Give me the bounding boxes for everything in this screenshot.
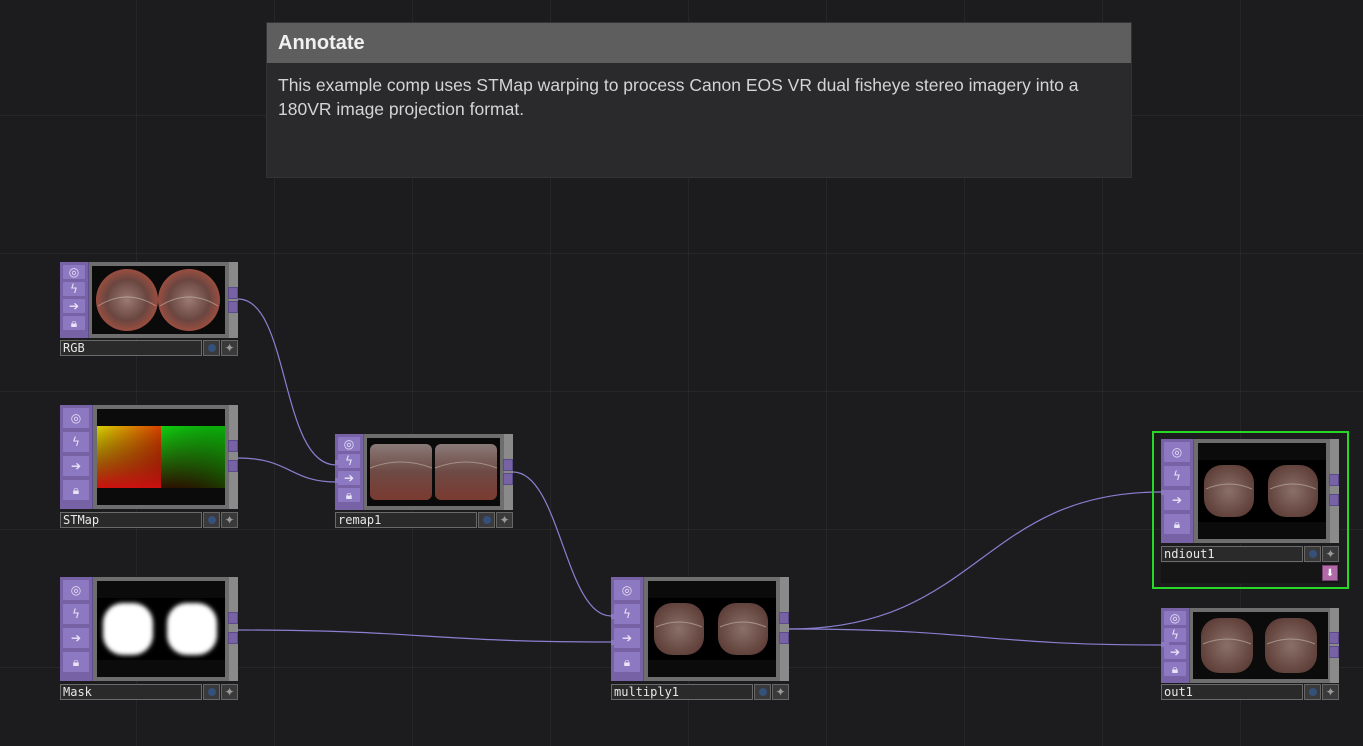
node-name-label[interactable]: STMap [60, 512, 202, 528]
input-port[interactable] [1161, 490, 1169, 495]
output-port[interactable] [1329, 646, 1339, 658]
blue-dot-icon[interactable] [1304, 684, 1321, 700]
blue-dot-icon[interactable] [203, 340, 220, 356]
input-port[interactable] [611, 614, 619, 619]
wire-stmap-remap1 [237, 457, 337, 483]
output-port[interactable] [228, 440, 238, 452]
wire-multiply1-ndiout1 [788, 491, 1162, 630]
node-name-label[interactable]: Mask [60, 684, 202, 700]
lock-icon[interactable]: 🔒︎ [63, 652, 89, 672]
fisheye-thumbnail [92, 266, 225, 334]
output-port[interactable] [1329, 494, 1339, 506]
lock-icon[interactable]: 🔒︎ [63, 480, 89, 500]
masked-image-thumbnail [1198, 443, 1326, 539]
target-icon[interactable]: ◎ [338, 437, 360, 451]
wire-rgb-remap1 [237, 298, 337, 466]
target-icon[interactable]: ◎ [1164, 611, 1186, 625]
output-port[interactable] [779, 632, 789, 644]
output-port[interactable] [1329, 474, 1339, 486]
arrow-right-icon[interactable]: ➔ [63, 456, 89, 476]
blue-dot-icon[interactable] [478, 512, 495, 528]
bolt-icon[interactable]: ϟ [63, 604, 89, 624]
blue-dot-icon[interactable] [754, 684, 771, 700]
wire-multiply1-out1 [788, 628, 1162, 646]
target-icon[interactable]: ◎ [63, 408, 89, 428]
arrow-right-icon[interactable]: ➔ [614, 628, 640, 648]
output-port[interactable] [1329, 632, 1339, 644]
node-mask[interactable]: ◎ ϟ ➔ 🔒︎ Mask ✦ [60, 577, 238, 700]
target-icon[interactable]: ◎ [63, 265, 85, 279]
annotate-title: Annotate [267, 23, 1131, 63]
plus-icon[interactable]: ✦ [221, 684, 238, 700]
output-port[interactable] [779, 612, 789, 624]
node-thumbnail [648, 581, 776, 677]
node-name-label[interactable]: remap1 [335, 512, 477, 528]
output-port[interactable] [503, 459, 513, 471]
masked-image-thumbnail [1193, 612, 1328, 679]
output-port[interactable] [228, 287, 238, 299]
output-port[interactable] [228, 301, 238, 313]
target-icon[interactable]: ◎ [614, 580, 640, 600]
plus-icon[interactable]: ✦ [496, 512, 513, 528]
plus-icon[interactable]: ✦ [1322, 546, 1339, 562]
node-thumbnail [92, 266, 225, 334]
wire-mask-multiply1 [237, 629, 612, 643]
plus-icon[interactable]: ✦ [221, 340, 238, 356]
node-thumbnail [97, 409, 225, 505]
node-remap1[interactable]: ◎ ϟ ➔ 🔒︎ remap1 ✦ [335, 434, 513, 528]
input-port[interactable] [335, 478, 343, 483]
node-rgb[interactable]: ◎ ϟ ➔ 🔒︎ RGB ✦ [60, 262, 238, 356]
node-name-label[interactable]: ndiout1 [1161, 546, 1303, 562]
lock-icon[interactable]: 🔒︎ [1164, 662, 1186, 676]
plus-icon[interactable]: ✦ [1322, 684, 1339, 700]
input-port[interactable] [611, 640, 619, 645]
annotate-body: This example comp uses STMap warping to … [278, 75, 1079, 119]
target-icon[interactable]: ◎ [63, 580, 89, 600]
output-port[interactable] [228, 612, 238, 624]
node-thumbnail [367, 438, 500, 506]
input-port[interactable] [335, 460, 343, 465]
node-thumbnail [97, 581, 225, 677]
arrow-right-icon[interactable]: ➔ [63, 628, 89, 648]
output-port[interactable] [503, 473, 513, 485]
target-icon[interactable]: ◎ [1164, 442, 1190, 462]
bolt-icon[interactable]: ϟ [1164, 466, 1190, 486]
node-name-label[interactable]: multiply1 [611, 684, 753, 700]
plus-icon[interactable]: ✦ [221, 512, 238, 528]
input-port[interactable] [1161, 642, 1169, 647]
output-port[interactable] [228, 632, 238, 644]
down-arrow-icon[interactable]: ⬇ [1322, 565, 1338, 581]
lock-icon[interactable]: 🔒︎ [63, 316, 85, 330]
bolt-icon[interactable]: ϟ [1164, 628, 1186, 642]
node-thumbnail [1193, 612, 1328, 679]
annotate-comment[interactable]: Annotate This example comp uses STMap wa… [266, 22, 1132, 178]
lock-icon[interactable]: 🔒︎ [1164, 514, 1190, 534]
node-ndiout1[interactable]: ◎ ϟ ➔ 🔒︎ ndiout1 ✦ ⬇ [1161, 439, 1339, 583]
plus-icon[interactable]: ✦ [772, 684, 789, 700]
bolt-icon[interactable]: ϟ [63, 282, 85, 296]
node-thumbnail [1198, 443, 1326, 539]
lock-icon[interactable]: 🔒︎ [338, 488, 360, 502]
bolt-icon[interactable]: ϟ [63, 432, 89, 452]
blue-dot-icon[interactable] [203, 684, 220, 700]
masked-image-thumbnail [648, 581, 776, 677]
arrow-right-icon[interactable]: ➔ [1164, 645, 1186, 659]
wire-remap1-multiply1 [512, 471, 612, 617]
blue-dot-icon[interactable] [203, 512, 220, 528]
mask-thumbnail [97, 581, 225, 677]
node-name-label[interactable]: out1 [1161, 684, 1303, 700]
node-out1[interactable]: ◎ ϟ ➔ 🔒︎ out1 ✦ [1161, 608, 1339, 700]
lock-icon[interactable]: 🔒︎ [614, 652, 640, 672]
node-multiply1[interactable]: ◎ ϟ ➔ 🔒︎ multiply1 ✦ [611, 577, 789, 700]
blue-dot-icon[interactable] [1304, 546, 1321, 562]
node-name-label[interactable]: RGB [60, 340, 202, 356]
stmap-gradient-thumbnail [97, 409, 225, 505]
arrow-right-icon[interactable]: ➔ [63, 299, 85, 313]
output-port[interactable] [228, 460, 238, 472]
node-stmap[interactable]: ◎ ϟ ➔ 🔒︎ STMap ✦ [60, 405, 238, 528]
remap-thumbnail [367, 438, 500, 506]
